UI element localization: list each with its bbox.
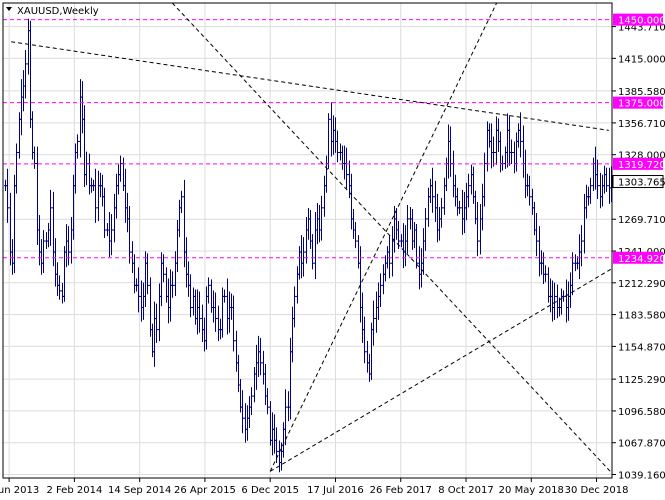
level-label-text: 1234.920 bbox=[618, 254, 665, 265]
x-tick-label: 26 Apr 2015 bbox=[174, 485, 236, 496]
x-tick-label: 23 Jun 2013 bbox=[0, 485, 39, 496]
x-tick-label: 14 Sep 2014 bbox=[108, 485, 171, 496]
y-tick-label: 1154.870 bbox=[618, 342, 665, 353]
y-tick-label: 1125.290 bbox=[618, 375, 665, 386]
y-tick-label: 1039.160 bbox=[618, 471, 665, 482]
horizontal-level-label: 1234.920 bbox=[613, 251, 665, 265]
chart-background bbox=[0, 0, 665, 500]
x-tick-label: 6 Dec 2015 bbox=[241, 485, 299, 496]
current-price-text: 1303.765 bbox=[618, 178, 665, 189]
horizontal-level-label: 1375.000 bbox=[613, 96, 665, 110]
y-tick-label: 1415.000 bbox=[618, 54, 665, 65]
y-tick-label: 1212.290 bbox=[618, 279, 665, 290]
x-tick-label: 8 Oct 2017 bbox=[438, 485, 493, 496]
y-tick-label: 1269.710 bbox=[618, 215, 665, 226]
y-tick-label: 1067.870 bbox=[618, 439, 665, 450]
horizontal-level-label: 1319.720 bbox=[613, 157, 665, 171]
horizontal-level-label: 1450.000 bbox=[613, 13, 665, 27]
xauusd-weekly-chart: 1443.7101415.0001385.5801356.7101328.000… bbox=[0, 0, 665, 500]
y-tick-label: 1096.580 bbox=[618, 407, 665, 418]
symbol-title: XAUUSD,Weekly bbox=[17, 6, 99, 17]
x-tick-label: 2 Feb 2014 bbox=[46, 485, 102, 496]
level-label-text: 1450.000 bbox=[618, 16, 665, 27]
level-label-text: 1375.000 bbox=[618, 99, 665, 110]
x-tick-label: 26 Feb 2017 bbox=[370, 485, 432, 496]
y-tick-label: 1183.580 bbox=[618, 311, 665, 322]
level-label-text: 1319.720 bbox=[618, 160, 665, 171]
x-tick-label: 17 Jul 2016 bbox=[307, 485, 364, 496]
y-tick-label: 1356.710 bbox=[618, 119, 665, 130]
x-tick-label: 20 May 2018 bbox=[499, 485, 564, 496]
x-tick-label: 30 Dec 2018 bbox=[565, 485, 629, 496]
current-price-label: 1303.765 bbox=[612, 175, 665, 189]
y-tick-label: 1385.580 bbox=[618, 87, 665, 98]
